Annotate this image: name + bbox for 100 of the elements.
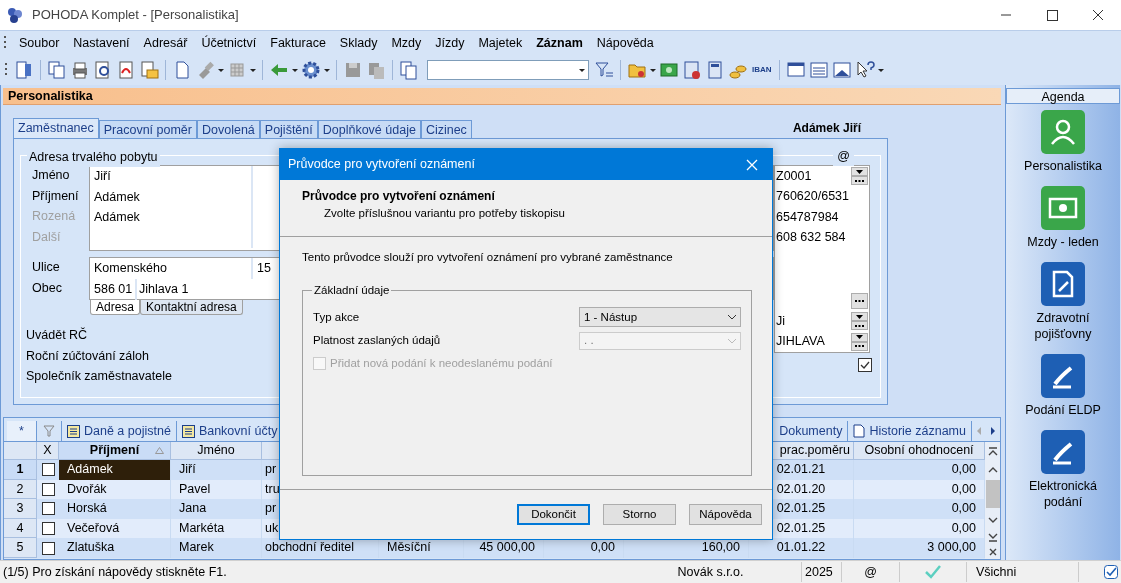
- ellipsis-icon: [855, 299, 864, 302]
- table-cell: 160,00: [624, 538, 749, 558]
- calculator-percent-icon[interactable]: [681, 59, 703, 81]
- scrollbar[interactable]: [985, 442, 1000, 559]
- checkbox[interactable]: [41, 482, 55, 496]
- dialog-button[interactable]: Storno: [603, 504, 676, 525]
- agenda-item-label[interactable]: Personalistika: [1013, 158, 1113, 174]
- table-cell: 3 000,00: [854, 538, 985, 558]
- checkbox[interactable]: [858, 358, 872, 372]
- ellipsis-button[interactable]: [851, 321, 868, 331]
- dialog-button[interactable]: Dokončit: [517, 504, 590, 525]
- address-tab[interactable]: Adresa: [90, 300, 141, 315]
- row-header[interactable]: 5: [4, 538, 37, 558]
- row-header[interactable]: 3: [4, 499, 37, 519]
- checkbox[interactable]: [41, 522, 55, 536]
- check-icon: [860, 361, 870, 369]
- dropdown[interactable]: 1 - Nástup: [579, 307, 741, 328]
- table-tab[interactable]: *: [7, 421, 37, 441]
- menu-item[interactable]: Jízdy: [428, 33, 472, 53]
- person-icon[interactable]: [1041, 110, 1085, 154]
- agenda-item-label[interactable]: Elektronická podání: [1013, 478, 1113, 510]
- form-tab[interactable]: Cizinec: [420, 120, 472, 138]
- column-header[interactable]: X: [37, 442, 59, 460]
- status-year: 2025: [802, 562, 842, 582]
- field-value[interactable]: Z0001: [776, 166, 851, 186]
- ellipsis-icon: [855, 345, 864, 348]
- ellipsis-button[interactable]: [851, 341, 868, 351]
- menu-item[interactable]: Nastavení: [66, 33, 137, 53]
- ellipsis-button[interactable]: [851, 292, 868, 309]
- field-value[interactable]: Jihlava 1: [139, 282, 189, 296]
- agenda-item-label[interactable]: Zdravotní pojišťovny: [1013, 310, 1113, 342]
- field-value[interactable]: 586 01: [94, 282, 133, 296]
- table-cell: Jiří: [171, 460, 262, 480]
- table-cell: 01.01.22: [749, 538, 854, 558]
- checkbox[interactable]: [41, 541, 55, 555]
- form-tab[interactable]: Zaměstnanec: [13, 118, 99, 138]
- field-value[interactable]: Ji: [776, 311, 851, 331]
- window-layout-icon[interactable]: [830, 59, 853, 81]
- menu-item[interactable]: Záznam: [529, 33, 590, 53]
- checkbox[interactable]: [41, 463, 55, 477]
- table-cell: Zlatuška: [59, 538, 171, 558]
- menu-item[interactable]: Fakturace: [263, 33, 333, 53]
- document-icon[interactable]: [1041, 262, 1085, 306]
- checkbox[interactable]: [41, 502, 55, 516]
- column-header[interactable]: Osobní ohodnocení: [854, 442, 985, 460]
- table-cell: 0,00: [854, 479, 985, 500]
- pen-icon[interactable]: [1041, 354, 1085, 398]
- field-value[interactable]: 654787984: [776, 207, 868, 227]
- form-tab[interactable]: Doplňkové údaje: [317, 120, 421, 138]
- dialog-heading: Průvodce pro vytvoření oznámení: [302, 188, 496, 205]
- menu-item[interactable]: Adresář: [136, 33, 195, 53]
- status-company: Novák s.r.o.: [620, 562, 802, 582]
- ellipsis-button[interactable]: [851, 176, 868, 186]
- address-tab[interactable]: Kontaktní adresa: [140, 300, 243, 315]
- table-cell: Měsíční: [379, 538, 464, 558]
- pen-icon[interactable]: [1041, 430, 1085, 474]
- list-icon: [67, 424, 80, 438]
- menu-item[interactable]: Účetnictví: [194, 33, 264, 53]
- banknote-icon[interactable]: [1041, 186, 1085, 230]
- dialog-button[interactable]: Nápověda: [689, 504, 762, 525]
- search-combo[interactable]: [427, 60, 589, 80]
- option-label: Společník zaměstnavatele: [26, 368, 172, 385]
- row-header[interactable]: 1: [4, 460, 37, 480]
- table-cell: 0,00: [854, 499, 985, 519]
- menu-item[interactable]: Soubor: [12, 33, 67, 53]
- field-value[interactable]: Komenského: [94, 261, 167, 275]
- documents-icon[interactable]: [398, 59, 420, 81]
- field-value[interactable]: 15: [257, 261, 271, 275]
- gear-icon[interactable]: [300, 59, 322, 81]
- menu-item[interactable]: Sklady: [332, 33, 385, 53]
- copy-icon[interactable]: [46, 59, 68, 81]
- section-header: Personalistika: [3, 88, 1001, 105]
- menu-item[interactable]: Majetek: [471, 33, 530, 53]
- table-cell: 45 000,00: [464, 538, 544, 558]
- field-value[interactable]: 760620/6531: [776, 187, 868, 207]
- field-label: Rozená: [32, 208, 77, 225]
- agenda-item-label[interactable]: Podání ELDP: [1013, 402, 1113, 418]
- employee-name: Adámek Jiří: [792, 120, 861, 137]
- dropdown-button[interactable]: [851, 332, 868, 342]
- column-header[interactable]: Jméno: [171, 442, 262, 460]
- form-tab[interactable]: Pojištění: [259, 120, 318, 138]
- form-tab[interactable]: Dovolená: [196, 120, 260, 138]
- field-label: Obec: [32, 280, 63, 297]
- close-icon: [746, 158, 758, 171]
- ellipsis-icon: [855, 179, 864, 182]
- agenda-item-label[interactable]: Mzdy - leden: [1013, 234, 1113, 250]
- field-value[interactable]: JIHLAVA: [776, 332, 851, 352]
- field-value[interactable]: Jiří: [94, 169, 111, 183]
- dropdown-button[interactable]: [851, 312, 868, 322]
- dropdown-button[interactable]: [851, 167, 868, 177]
- column-header[interactable]: Příjmení: [59, 442, 171, 460]
- scroll-thumb[interactable]: [985, 480, 1000, 508]
- menu-item[interactable]: Nápověda: [589, 33, 661, 53]
- form-tab[interactable]: Pracovní poměr: [98, 120, 197, 138]
- menu-item[interactable]: Mzdy: [384, 33, 429, 53]
- field-value[interactable]: Adámek: [94, 189, 140, 204]
- iban-button[interactable]: IBAN: [750, 66, 774, 74]
- pdf-mail-icon[interactable]: [138, 59, 160, 81]
- field-value[interactable]: 608 632 584: [776, 228, 868, 248]
- field-label: Příjmení: [32, 187, 80, 205]
